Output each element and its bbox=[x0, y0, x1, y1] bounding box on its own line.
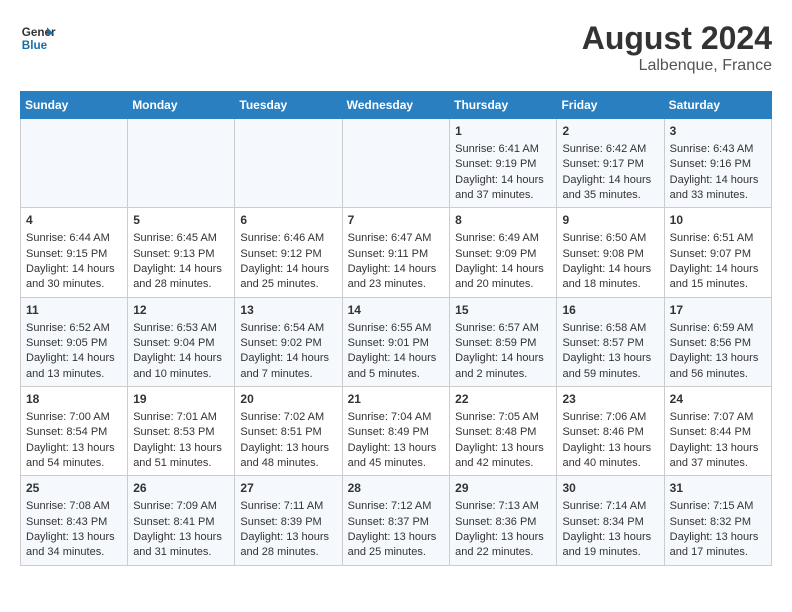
calendar-cell: 22Sunrise: 7:05 AMSunset: 8:48 PMDayligh… bbox=[450, 387, 557, 476]
day-number: 17 bbox=[670, 302, 766, 319]
header-cell-saturday: Saturday bbox=[664, 92, 771, 119]
calendar-cell: 31Sunrise: 7:15 AMSunset: 8:32 PMDayligh… bbox=[664, 476, 771, 565]
calendar-cell: 11Sunrise: 6:52 AMSunset: 9:05 PMDayligh… bbox=[21, 297, 128, 386]
day-number: 19 bbox=[133, 391, 229, 408]
header-cell-monday: Monday bbox=[128, 92, 235, 119]
calendar-cell bbox=[21, 119, 128, 208]
day-number: 7 bbox=[348, 212, 445, 229]
day-number: 23 bbox=[562, 391, 658, 408]
day-number: 6 bbox=[240, 212, 336, 229]
logo: General Blue bbox=[20, 20, 56, 56]
page-header: General Blue August 2024 Lalbenque, Fran… bbox=[20, 20, 772, 75]
calendar-cell: 7Sunrise: 6:47 AMSunset: 9:11 PMDaylight… bbox=[342, 208, 450, 297]
day-number: 13 bbox=[240, 302, 336, 319]
day-number: 3 bbox=[670, 123, 766, 140]
day-number: 9 bbox=[562, 212, 658, 229]
calendar-cell: 24Sunrise: 7:07 AMSunset: 8:44 PMDayligh… bbox=[664, 387, 771, 476]
calendar-cell: 20Sunrise: 7:02 AMSunset: 8:51 PMDayligh… bbox=[235, 387, 342, 476]
day-number: 26 bbox=[133, 480, 229, 497]
week-row-3: 11Sunrise: 6:52 AMSunset: 9:05 PMDayligh… bbox=[21, 297, 772, 386]
day-number: 14 bbox=[348, 302, 445, 319]
calendar-table: SundayMondayTuesdayWednesdayThursdayFrid… bbox=[20, 91, 772, 566]
calendar-cell: 13Sunrise: 6:54 AMSunset: 9:02 PMDayligh… bbox=[235, 297, 342, 386]
calendar-cell: 14Sunrise: 6:55 AMSunset: 9:01 PMDayligh… bbox=[342, 297, 450, 386]
calendar-cell: 15Sunrise: 6:57 AMSunset: 8:59 PMDayligh… bbox=[450, 297, 557, 386]
title-block: August 2024 Lalbenque, France bbox=[582, 20, 772, 75]
day-number: 11 bbox=[26, 302, 122, 319]
calendar-cell: 6Sunrise: 6:46 AMSunset: 9:12 PMDaylight… bbox=[235, 208, 342, 297]
day-number: 5 bbox=[133, 212, 229, 229]
day-number: 29 bbox=[455, 480, 551, 497]
day-number: 31 bbox=[670, 480, 766, 497]
day-number: 18 bbox=[26, 391, 122, 408]
calendar-cell: 1Sunrise: 6:41 AMSunset: 9:19 PMDaylight… bbox=[450, 119, 557, 208]
location: Lalbenque, France bbox=[582, 57, 772, 75]
calendar-cell bbox=[342, 119, 450, 208]
calendar-cell bbox=[128, 119, 235, 208]
calendar-cell: 23Sunrise: 7:06 AMSunset: 8:46 PMDayligh… bbox=[557, 387, 664, 476]
calendar-cell: 9Sunrise: 6:50 AMSunset: 9:08 PMDaylight… bbox=[557, 208, 664, 297]
calendar-cell: 4Sunrise: 6:44 AMSunset: 9:15 PMDaylight… bbox=[21, 208, 128, 297]
day-number: 25 bbox=[26, 480, 122, 497]
week-row-5: 25Sunrise: 7:08 AMSunset: 8:43 PMDayligh… bbox=[21, 476, 772, 565]
header-cell-tuesday: Tuesday bbox=[235, 92, 342, 119]
calendar-cell bbox=[235, 119, 342, 208]
calendar-cell: 19Sunrise: 7:01 AMSunset: 8:53 PMDayligh… bbox=[128, 387, 235, 476]
svg-text:Blue: Blue bbox=[22, 39, 48, 52]
calendar-cell: 27Sunrise: 7:11 AMSunset: 8:39 PMDayligh… bbox=[235, 476, 342, 565]
day-number: 15 bbox=[455, 302, 551, 319]
header-cell-wednesday: Wednesday bbox=[342, 92, 450, 119]
calendar-cell: 26Sunrise: 7:09 AMSunset: 8:41 PMDayligh… bbox=[128, 476, 235, 565]
week-row-1: 1Sunrise: 6:41 AMSunset: 9:19 PMDaylight… bbox=[21, 119, 772, 208]
calendar-cell: 2Sunrise: 6:42 AMSunset: 9:17 PMDaylight… bbox=[557, 119, 664, 208]
day-number: 28 bbox=[348, 480, 445, 497]
day-number: 4 bbox=[26, 212, 122, 229]
week-row-4: 18Sunrise: 7:00 AMSunset: 8:54 PMDayligh… bbox=[21, 387, 772, 476]
logo-icon: General Blue bbox=[20, 20, 56, 56]
calendar-cell: 18Sunrise: 7:00 AMSunset: 8:54 PMDayligh… bbox=[21, 387, 128, 476]
day-number: 24 bbox=[670, 391, 766, 408]
calendar-body: 1Sunrise: 6:41 AMSunset: 9:19 PMDaylight… bbox=[21, 119, 772, 566]
calendar-cell: 25Sunrise: 7:08 AMSunset: 8:43 PMDayligh… bbox=[21, 476, 128, 565]
day-number: 27 bbox=[240, 480, 336, 497]
calendar-cell: 10Sunrise: 6:51 AMSunset: 9:07 PMDayligh… bbox=[664, 208, 771, 297]
day-number: 30 bbox=[562, 480, 658, 497]
calendar-cell: 30Sunrise: 7:14 AMSunset: 8:34 PMDayligh… bbox=[557, 476, 664, 565]
calendar-cell: 16Sunrise: 6:58 AMSunset: 8:57 PMDayligh… bbox=[557, 297, 664, 386]
day-number: 10 bbox=[670, 212, 766, 229]
day-number: 12 bbox=[133, 302, 229, 319]
calendar-cell: 28Sunrise: 7:12 AMSunset: 8:37 PMDayligh… bbox=[342, 476, 450, 565]
month-year: August 2024 bbox=[582, 20, 772, 57]
day-number: 16 bbox=[562, 302, 658, 319]
calendar-cell: 29Sunrise: 7:13 AMSunset: 8:36 PMDayligh… bbox=[450, 476, 557, 565]
day-number: 22 bbox=[455, 391, 551, 408]
day-number: 2 bbox=[562, 123, 658, 140]
header-cell-thursday: Thursday bbox=[450, 92, 557, 119]
calendar-header: SundayMondayTuesdayWednesdayThursdayFrid… bbox=[21, 92, 772, 119]
day-number: 1 bbox=[455, 123, 551, 140]
calendar-cell: 8Sunrise: 6:49 AMSunset: 9:09 PMDaylight… bbox=[450, 208, 557, 297]
calendar-cell: 5Sunrise: 6:45 AMSunset: 9:13 PMDaylight… bbox=[128, 208, 235, 297]
day-number: 8 bbox=[455, 212, 551, 229]
calendar-cell: 21Sunrise: 7:04 AMSunset: 8:49 PMDayligh… bbox=[342, 387, 450, 476]
header-cell-sunday: Sunday bbox=[21, 92, 128, 119]
header-cell-friday: Friday bbox=[557, 92, 664, 119]
header-row: SundayMondayTuesdayWednesdayThursdayFrid… bbox=[21, 92, 772, 119]
week-row-2: 4Sunrise: 6:44 AMSunset: 9:15 PMDaylight… bbox=[21, 208, 772, 297]
calendar-cell: 12Sunrise: 6:53 AMSunset: 9:04 PMDayligh… bbox=[128, 297, 235, 386]
calendar-cell: 17Sunrise: 6:59 AMSunset: 8:56 PMDayligh… bbox=[664, 297, 771, 386]
day-number: 20 bbox=[240, 391, 336, 408]
day-number: 21 bbox=[348, 391, 445, 408]
calendar-cell: 3Sunrise: 6:43 AMSunset: 9:16 PMDaylight… bbox=[664, 119, 771, 208]
